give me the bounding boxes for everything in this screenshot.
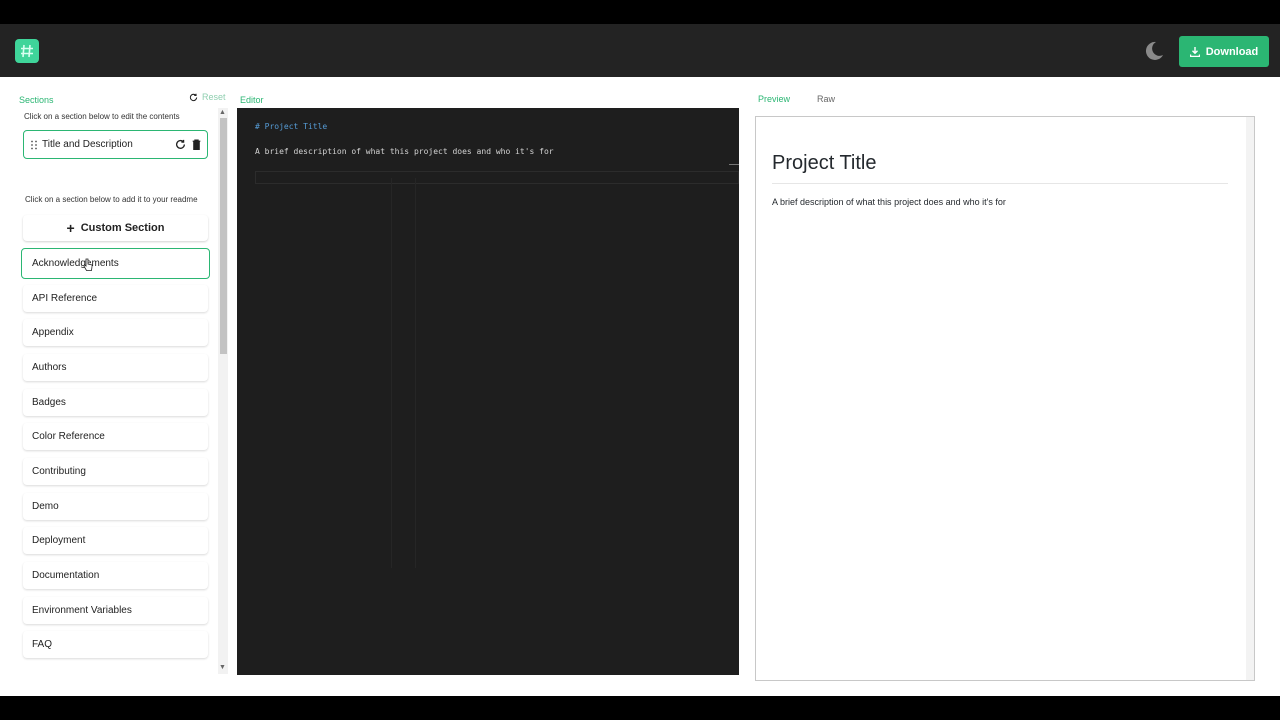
custom-section-label: Custom Section xyxy=(80,222,165,234)
reset-section-icon[interactable] xyxy=(175,139,186,150)
section-item-demo[interactable]: Demo xyxy=(23,493,208,520)
section-item-label: API Reference xyxy=(32,293,98,304)
trash-icon[interactable] xyxy=(191,139,202,150)
download-button[interactable]: Download xyxy=(1179,36,1269,67)
section-item-deployment[interactable]: Deployment xyxy=(23,527,208,554)
reset-label: Reset xyxy=(202,92,226,102)
reset-button[interactable]: Reset xyxy=(189,92,226,102)
custom-section-button[interactable]: + Custom Section xyxy=(23,215,208,241)
section-item-label: Color Reference xyxy=(32,431,105,442)
section-item-faq[interactable]: FAQ xyxy=(23,631,208,658)
section-item-appendix[interactable]: Appendix xyxy=(23,319,208,346)
hash-logo-icon[interactable] xyxy=(15,39,39,63)
tab-raw[interactable]: Raw xyxy=(817,94,835,104)
drag-handle-icon[interactable] xyxy=(30,140,38,150)
section-item-color-reference[interactable]: Color Reference xyxy=(23,423,208,450)
section-item-label: Environment Variables xyxy=(32,605,132,616)
section-item-label: Appendix xyxy=(32,327,74,338)
preview-description: A brief description of what this project… xyxy=(772,197,1006,207)
scroll-down-arrow-icon[interactable]: ▼ xyxy=(219,664,226,671)
scroll-up-arrow-icon[interactable]: ▲ xyxy=(219,109,226,116)
plus-icon: + xyxy=(66,220,75,236)
editor-current-line[interactable] xyxy=(255,171,739,184)
section-item-badges[interactable]: Badges xyxy=(23,389,208,416)
editor-scroll-marker xyxy=(729,164,739,165)
section-item-label: Documentation xyxy=(32,570,100,581)
preview-scrollbar[interactable] xyxy=(1246,117,1254,680)
section-item-label: Contributing xyxy=(32,466,86,477)
sections-scrollbar-thumb[interactable] xyxy=(220,118,227,354)
edit-hint: Click on a section below to edit the con… xyxy=(24,112,180,121)
preview-divider xyxy=(772,183,1228,184)
section-item-environment-variables[interactable]: Environment Variables xyxy=(23,597,208,624)
preview-pane: Project Title A brief description of wha… xyxy=(755,116,1255,681)
section-item-authors[interactable]: Authors xyxy=(23,354,208,381)
section-item-label: Acknowledgements xyxy=(32,258,119,269)
add-hint: Click on a section below to add it to yo… xyxy=(25,195,198,204)
download-icon xyxy=(1189,46,1200,57)
editor-guide-line xyxy=(391,178,392,568)
download-label: Download xyxy=(1205,45,1259,58)
preview-title: Project Title xyxy=(772,152,877,174)
selected-section-title-and-description[interactable]: Title and Description xyxy=(23,130,208,159)
section-item-api-reference[interactable]: API Reference xyxy=(23,285,208,312)
section-item-label: FAQ xyxy=(32,639,53,650)
hand-cursor-icon xyxy=(83,258,93,271)
refresh-icon xyxy=(189,93,198,101)
section-item-label: Demo xyxy=(32,501,59,512)
selected-section-label: Title and Description xyxy=(42,139,133,150)
editor-line-2[interactable]: A brief description of what this project… xyxy=(255,147,554,156)
section-item-documentation[interactable]: Documentation xyxy=(23,562,208,589)
editor-title: Editor xyxy=(240,95,264,105)
moon-icon[interactable] xyxy=(1141,39,1165,63)
editor-line-1[interactable]: # Project Title xyxy=(255,122,327,131)
editor-guide-line xyxy=(415,178,416,568)
section-item-label: Badges xyxy=(32,397,66,408)
section-item-label: Authors xyxy=(32,362,67,373)
section-item-label: Deployment xyxy=(32,535,86,546)
section-item-acknowledgements[interactable]: Acknowledgements xyxy=(21,248,210,279)
app: Download Sections Reset Click on a secti… xyxy=(0,24,1280,696)
section-item-contributing[interactable]: Contributing xyxy=(23,458,208,485)
markdown-editor[interactable]: # Project Title A brief description of w… xyxy=(237,108,739,675)
navbar: Download xyxy=(0,24,1280,77)
sections-title: Sections xyxy=(19,95,54,105)
tab-preview[interactable]: Preview xyxy=(758,94,790,104)
